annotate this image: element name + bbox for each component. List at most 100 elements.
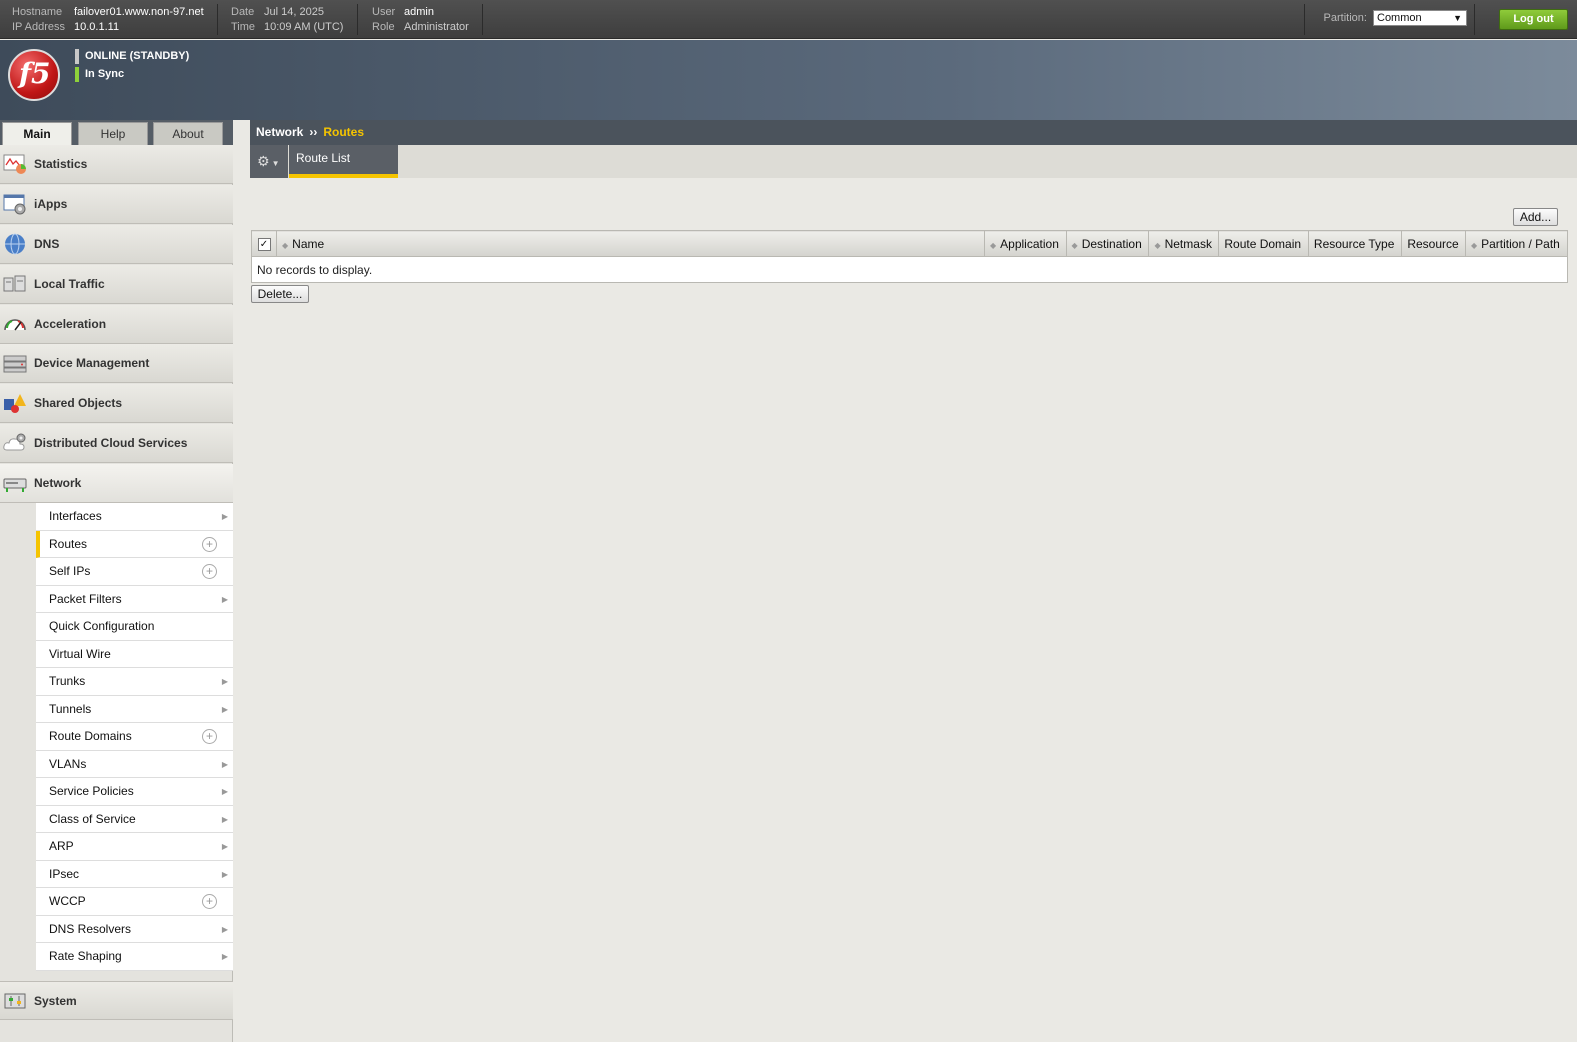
sidebar-item-network[interactable]: Network xyxy=(0,464,233,503)
add-circle-icon[interactable]: + xyxy=(202,729,217,744)
sidebar-subitem-route-domains[interactable]: Route Domains + xyxy=(36,723,233,751)
empty-message: No records to display. xyxy=(251,256,1568,283)
sidebar-item-label: Statistics xyxy=(34,157,88,171)
sidebar-item-label: DNS xyxy=(34,237,60,251)
sidebar-subitem-label: IPsec xyxy=(49,866,80,881)
sidebar-subitem-quick-configuration[interactable]: Quick Configuration xyxy=(36,613,233,641)
sidebar-subitem-dns-resolvers[interactable]: DNS Resolvers ▶ xyxy=(36,916,233,943)
main-tabs: Main Help About xyxy=(0,120,233,145)
add-route-button[interactable]: Add... xyxy=(1513,208,1558,226)
sidebar-subitem-rate-shaping[interactable]: Rate Shaping ▶ xyxy=(36,943,233,971)
statistics-chart-icon xyxy=(3,154,26,174)
time-label: Time xyxy=(231,21,256,33)
globe-icon xyxy=(5,233,25,255)
logout-button[interactable]: Log out xyxy=(1499,9,1568,30)
sidebar-subitem-vlans[interactable]: VLANs ▶ xyxy=(36,751,233,778)
sidebar-subitem-tunnels[interactable]: Tunnels ▶ xyxy=(36,696,233,723)
sidebar-subitem-label: Class of Service xyxy=(49,811,136,826)
sidebar-subitem-routes[interactable]: Routes + xyxy=(36,530,233,558)
column-header-label: Application xyxy=(1000,236,1059,251)
user-value: admin xyxy=(404,6,434,18)
chevron-right-icon: ▶ xyxy=(221,952,228,961)
sidebar-subitem-label: WCCP xyxy=(49,894,86,908)
sidebar-subitem-packet-filters[interactable]: Packet Filters ▶ xyxy=(36,586,233,613)
date-label: Date xyxy=(231,6,255,18)
hostname-label: Hostname xyxy=(12,6,63,18)
sidebar-subitem-class-of-service[interactable]: Class of Service ▶ xyxy=(36,806,233,833)
sidebar-subitem-label: Route Domains xyxy=(49,729,132,743)
column-header-label: Name xyxy=(292,236,325,251)
add-circle-icon[interactable]: + xyxy=(202,894,217,909)
sidebar-subitem-label: VLANs xyxy=(49,756,87,771)
sidebar-subitem-label: Tunnels xyxy=(49,701,92,716)
time-value: 10:09 AM (UTC) xyxy=(264,21,344,33)
status-sync[interactable]: In Sync xyxy=(75,67,124,82)
sidebar-item-system[interactable]: System xyxy=(0,981,233,1020)
sidebar-subitem-ipsec[interactable]: IPsec ▶ xyxy=(36,861,233,888)
delete-button[interactable]: Delete... xyxy=(251,285,309,303)
shapes-icon xyxy=(4,394,26,413)
column-header-label: Destination xyxy=(1081,236,1142,251)
select-all-checkbox[interactable]: ✓ xyxy=(257,238,271,251)
column-header-label: Netmask xyxy=(1164,236,1212,251)
ip-label: IP Address xyxy=(12,21,65,33)
tab-help[interactable]: Help xyxy=(78,122,148,145)
sidebar-subitem-label: Trunks xyxy=(49,674,86,688)
column-header-route-domain: Route Domain xyxy=(1218,230,1309,257)
gear-menu-button[interactable]: ⚙ ▼ xyxy=(250,145,288,178)
date-info: Date Jul 14, 2025 Time 10:09 AM (UTC) xyxy=(231,5,343,35)
sidebar-item-label: Distributed Cloud Services xyxy=(34,436,188,450)
add-circle-icon[interactable]: + xyxy=(202,564,217,579)
tab-about[interactable]: About xyxy=(153,122,223,145)
sidebar-subitem-interfaces[interactable]: Interfaces ▶ xyxy=(36,503,233,531)
sidebar-item-iapps[interactable]: iApps xyxy=(0,185,233,224)
sidebar-subitem-label: Routes xyxy=(49,536,88,551)
sidebar-item-dns[interactable]: DNS xyxy=(0,225,233,264)
partition-dropdown[interactable]: Common ▼ xyxy=(1373,10,1467,26)
column-header-label: Resource Type xyxy=(1313,236,1395,251)
sidebar-item-shared-objects[interactable]: Shared Objects xyxy=(0,384,233,423)
column-header-partition-path[interactable]: ◆ Partition / Path xyxy=(1464,230,1569,257)
tab-route-list[interactable]: Route List xyxy=(289,145,398,178)
chevron-right-icon: ▶ xyxy=(221,704,228,714)
top-info-bar: Hostname failover01.www.non-97.net IP Add… xyxy=(0,0,1577,39)
sidebar-subitem-trunks[interactable]: Trunks ▶ xyxy=(36,668,233,696)
sidebar-item-label: Local Traffic xyxy=(34,277,105,291)
column-header-label: Partition / Path xyxy=(1481,236,1560,251)
sidebar-item-label: Acceleration xyxy=(34,317,107,331)
column-header-label: Resource xyxy=(1407,236,1459,251)
column-header-destination[interactable]: ◆ Destination xyxy=(1065,230,1150,257)
chevron-down-icon: ▼ xyxy=(1453,13,1462,23)
add-circle-icon[interactable]: + xyxy=(202,536,217,552)
chevron-right-icon: ▶ xyxy=(221,759,228,769)
sidebar-subitem-label: Quick Configuration xyxy=(49,619,155,633)
device-stack-icon xyxy=(3,355,27,373)
sidebar-subitem-virtual-wire[interactable]: Virtual Wire xyxy=(36,641,233,668)
column-header-netmask[interactable]: ◆ Netmask xyxy=(1148,230,1220,257)
column-header-application[interactable]: ◆ Application xyxy=(984,230,1067,257)
f5-logo-icon[interactable]: f5 xyxy=(8,49,60,101)
sidebar-subitem-wccp[interactable]: WCCP + xyxy=(36,888,233,916)
sidebar-subitem-label: Interfaces xyxy=(49,509,102,523)
breadcrumb-parent[interactable]: Network xyxy=(256,125,303,139)
chevron-right-icon: ▶ xyxy=(221,677,228,686)
content-tabstrip: ⚙ ▼ Route List xyxy=(250,145,1577,178)
column-header-name[interactable]: ◆ Name xyxy=(276,230,985,257)
sidebar-subitem-arp[interactable]: ARP ▶ xyxy=(36,833,233,861)
gear-icon: ⚙ xyxy=(257,153,270,169)
sort-icon: ◆ xyxy=(1470,240,1478,250)
sidebar-item-local-traffic[interactable]: Local Traffic xyxy=(0,265,233,304)
ip-value: 10.0.1.11 xyxy=(74,21,120,33)
sidebar-item-label: Device Management xyxy=(34,356,150,370)
sidebar-subitem-self-ips[interactable]: Self IPs + xyxy=(36,558,233,586)
divider xyxy=(357,4,358,35)
sidebar-item-distributed-cloud-services[interactable]: Distributed Cloud Services xyxy=(0,424,233,463)
sidebar-item-acceleration[interactable]: Acceleration xyxy=(0,305,233,344)
sidebar-subitem-service-policies[interactable]: Service Policies ▶ xyxy=(36,778,233,806)
tab-main[interactable]: Main xyxy=(2,122,72,145)
sort-icon: ◆ xyxy=(1154,240,1161,250)
sidebar-item-statistics[interactable]: Statistics xyxy=(0,145,233,184)
sidebar-item-device-management[interactable]: Device Management xyxy=(0,344,233,383)
iapps-window-gear-icon xyxy=(3,194,26,215)
breadcrumb-separator: ›› xyxy=(309,125,318,139)
